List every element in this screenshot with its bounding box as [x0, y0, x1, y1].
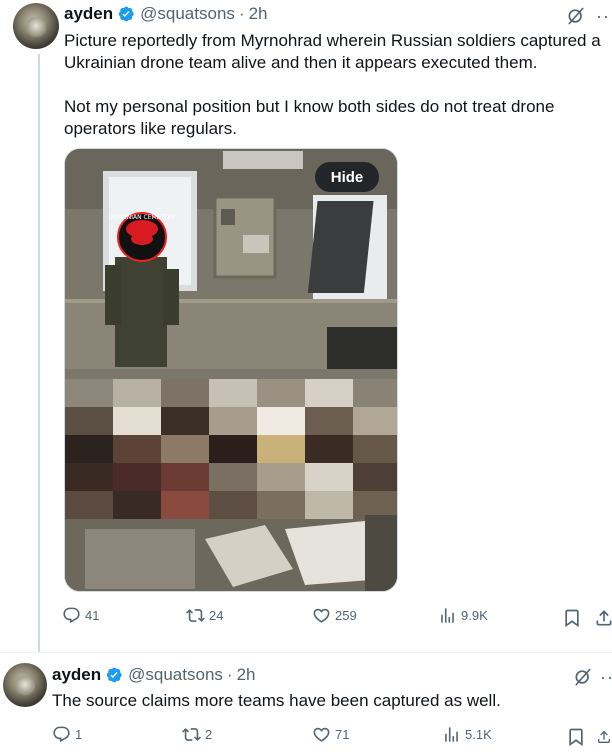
grok-icon[interactable]	[573, 667, 593, 687]
more-icon[interactable]: ···	[600, 668, 612, 686]
tweet-text: The source claims more teams have been c…	[52, 690, 602, 712]
views-button[interactable]: 5.1K	[442, 725, 492, 744]
tweet-photo[interactable]: UKRAINIAN CEMETERY	[64, 148, 398, 592]
hide-button[interactable]: Hide	[315, 162, 379, 192]
views-count: 5.1K	[465, 727, 492, 742]
reply-icon	[63, 607, 80, 624]
like-button[interactable]: 259	[312, 606, 357, 625]
overlay-text: UKRAINIAN CEMETERY	[109, 214, 176, 221]
more-icon[interactable]: ···	[596, 7, 612, 25]
grok-icon[interactable]	[566, 6, 586, 26]
repost-button[interactable]: 24	[186, 606, 223, 625]
timestamp[interactable]: 2h	[237, 665, 256, 685]
bookmark-icon[interactable]	[566, 727, 586, 747]
reply-count: 41	[85, 608, 100, 623]
timestamp[interactable]: 2h	[249, 4, 268, 24]
tweet-text: Picture reportedly from Myrnohrad wherei…	[64, 30, 604, 140]
author-display-name[interactable]: ayden	[64, 4, 113, 24]
views-icon	[445, 727, 458, 742]
author-handle[interactable]: @squatsons	[140, 4, 235, 24]
separator-dot: ·	[238, 4, 245, 23]
repost-button[interactable]: 2	[182, 725, 212, 744]
like-count: 71	[335, 727, 350, 742]
author-display-name[interactable]: ayden	[52, 665, 101, 685]
tweet-paragraph: Not my personal position but I know both…	[64, 97, 555, 138]
reply-icon	[53, 726, 70, 743]
repost-count: 24	[209, 608, 224, 623]
share-icon[interactable]	[596, 727, 612, 747]
bookmark-icon[interactable]	[562, 608, 582, 628]
tweet[interactable]: ayden @squatsons · 2h ··· The source cla…	[0, 652, 612, 752]
separator-dot: ·	[226, 665, 233, 684]
reply-button[interactable]: 1	[52, 725, 82, 744]
pixelated-region	[65, 379, 397, 519]
repost-count: 2	[205, 727, 213, 742]
author-handle[interactable]: @squatsons	[128, 665, 223, 685]
tweet-actions: 1 2 71 5.1K	[0, 725, 612, 749]
tweet[interactable]: ayden @squatsons · 2h ··· Picture report…	[0, 0, 612, 652]
reply-button[interactable]: 41	[62, 606, 99, 625]
tweet-actions: 41 24 259 9.9K	[0, 606, 612, 630]
verified-badge-icon	[106, 667, 122, 683]
views-count: 9.9K	[461, 608, 488, 623]
views-button[interactable]: 9.9K	[438, 606, 488, 625]
avatar[interactable]	[3, 663, 47, 707]
avatar[interactable]	[13, 3, 59, 49]
views-icon	[441, 608, 454, 623]
tweet-paragraph: Picture reportedly from Myrnohrad wherei…	[64, 31, 601, 72]
share-icon[interactable]	[594, 608, 612, 628]
like-icon	[313, 727, 330, 742]
reply-count: 1	[75, 727, 83, 742]
tweet-header: ayden @squatsons · 2h	[64, 4, 268, 24]
verified-badge-icon	[118, 6, 134, 22]
like-count: 259	[335, 608, 357, 623]
thread-line	[38, 54, 40, 652]
like-icon	[313, 608, 330, 623]
like-button[interactable]: 71	[312, 725, 349, 744]
repost-icon	[186, 609, 205, 622]
repost-icon	[182, 728, 201, 741]
tweet-paragraph: The source claims more teams have been c…	[52, 691, 501, 710]
tweet-header: ayden @squatsons · 2h	[52, 665, 256, 685]
